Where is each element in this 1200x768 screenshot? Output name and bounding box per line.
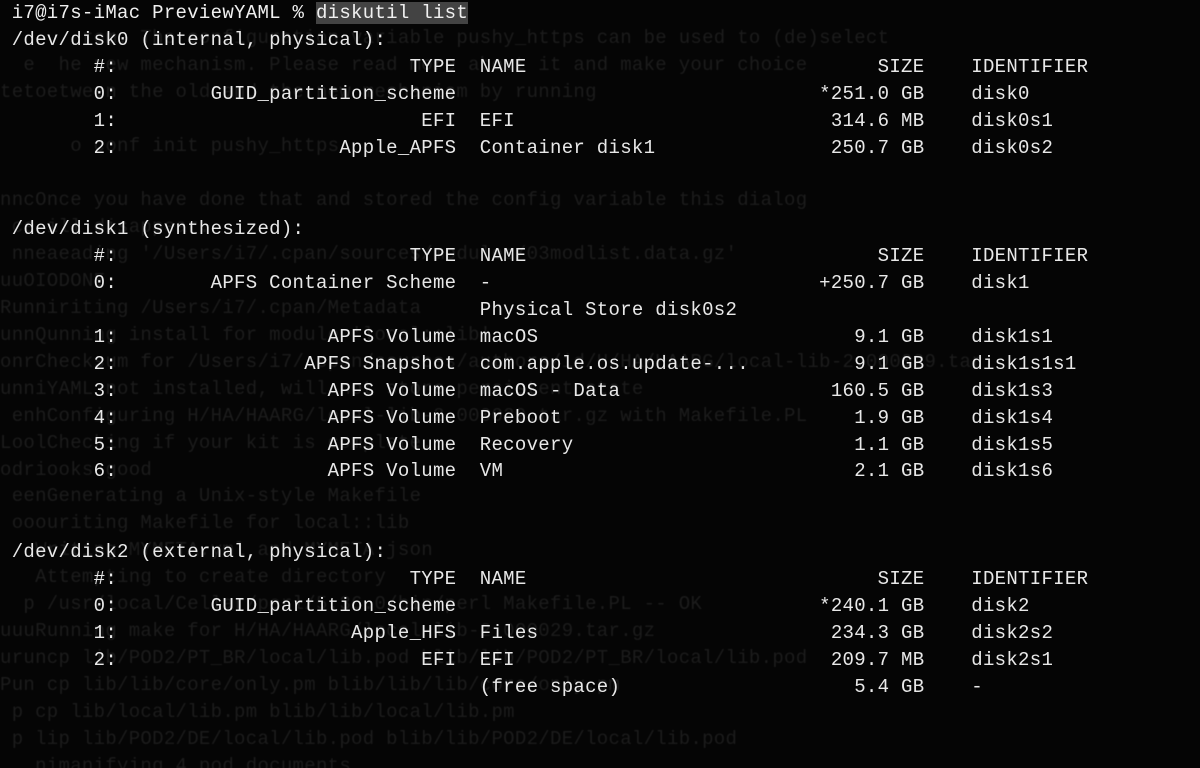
blank-line	[0, 485, 1200, 512]
terminal-window[interactable]: rom. The configuration variable pushy_ht…	[0, 0, 1200, 768]
blank-line	[0, 189, 1200, 216]
partition-row: 1: APFS Volume macOS 9.1 GB disk1s1	[0, 324, 1200, 351]
entered-command: diskutil list	[316, 2, 468, 24]
partition-row: 2: EFI EFI 209.7 MB disk2s1	[0, 647, 1200, 674]
command-prompt: i7@i7s-iMac PreviewYAML % diskutil list	[0, 0, 1200, 27]
device-header: /dev/disk1 (synthesized):	[0, 216, 1200, 243]
partition-row: 5: APFS Volume Recovery 1.1 GB disk1s5	[0, 432, 1200, 459]
partition-row: 2: Apple_APFS Container disk1 250.7 GB d…	[0, 135, 1200, 162]
partition-row: 0: GUID_partition_scheme *251.0 GB disk0	[0, 81, 1200, 108]
partition-row: 1: Apple_HFS Files 234.3 GB disk2s2	[0, 620, 1200, 647]
partition-row: 2: APFS Snapshot com.apple.os.update-...…	[0, 351, 1200, 378]
column-header: #: TYPE NAME SIZE IDENTIFIER	[0, 566, 1200, 593]
partition-row: 6: APFS Volume VM 2.1 GB disk1s6	[0, 458, 1200, 485]
column-header: #: TYPE NAME SIZE IDENTIFIER	[0, 54, 1200, 81]
partition-row: 0: GUID_partition_scheme *240.1 GB disk2	[0, 593, 1200, 620]
blank-line	[0, 162, 1200, 189]
column-header: #: TYPE NAME SIZE IDENTIFIER	[0, 243, 1200, 270]
device-header: /dev/disk0 (internal, physical):	[0, 27, 1200, 54]
blank-line	[0, 512, 1200, 539]
terminal-output: i7@i7s-iMac PreviewYAML % diskutil list …	[0, 0, 1200, 768]
partition-row: 1: EFI EFI 314.6 MB disk0s1	[0, 108, 1200, 135]
partition-row: (free space) 5.4 GB -	[0, 674, 1200, 701]
partition-row: 4: APFS Volume Preboot 1.9 GB disk1s4	[0, 405, 1200, 432]
partition-row: Physical Store disk0s2	[0, 297, 1200, 324]
device-header: /dev/disk2 (external, physical):	[0, 539, 1200, 566]
partition-row: 3: APFS Volume macOS - Data 160.5 GB dis…	[0, 378, 1200, 405]
partition-row: 0: APFS Container Scheme - +250.7 GB dis…	[0, 270, 1200, 297]
